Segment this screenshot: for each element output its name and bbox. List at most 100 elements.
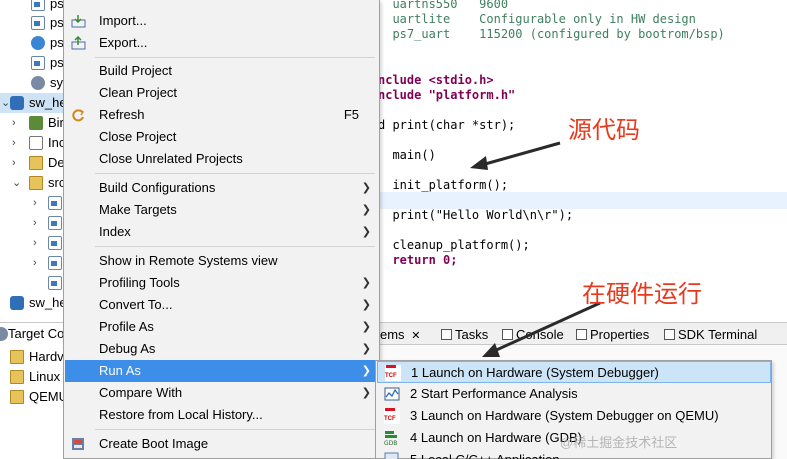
chevron-down-icon[interactable]: ⌄	[12, 173, 21, 193]
folder-icon	[29, 156, 43, 170]
tree-item-label: ps	[50, 15, 64, 30]
submenu-arrow-icon: ❯	[361, 182, 371, 194]
annotation-source-code: 源代码	[568, 116, 640, 144]
folder-icon	[10, 390, 24, 404]
code-line: main()	[378, 148, 436, 162]
code-line: print("Hello World\n\r");	[378, 208, 574, 222]
menu-item-profiling-tools[interactable]: Profiling Tools ❯	[65, 272, 379, 294]
tab-console[interactable]: Console	[502, 325, 564, 344]
folder-icon	[10, 350, 24, 364]
submenu-arrow-icon: ❯	[361, 277, 371, 289]
svg-text:GDB: GDB	[384, 440, 397, 446]
project-icon	[10, 296, 24, 310]
menu-item-run-as[interactable]: Run As ❯	[65, 360, 379, 382]
submenu-item-label: 3 Launch on Hardware (System Debugger on…	[410, 408, 719, 423]
submenu-item-launch-qemu[interactable]: 3 Launch on Hardware (System Debugger on…	[377, 405, 771, 427]
menu-item-close-project[interactable]: Close Project	[65, 126, 379, 148]
code-line: return 0;	[378, 253, 458, 267]
menu-item-refresh[interactable]: Refresh F5	[65, 104, 379, 126]
gdb-icon: GDB	[384, 431, 397, 446]
folder-icon	[29, 176, 43, 190]
chevron-down-icon[interactable]: ⌄	[1, 93, 10, 113]
menu-item-create-boot-image[interactable]: Create Boot Image	[65, 433, 379, 455]
tab-problems[interactable]: ems ✕	[380, 325, 420, 344]
file-icon	[48, 276, 62, 290]
refresh-icon	[72, 109, 85, 122]
c-app-icon	[384, 452, 399, 459]
submenu-item-label: 1 Launch on Hardware (System Debugger)	[411, 365, 659, 380]
menu-item-profile-as[interactable]: Profile As ❯	[65, 316, 379, 338]
menu-item-convert-to[interactable]: Convert To... ❯	[65, 294, 379, 316]
menu-separator	[95, 246, 375, 247]
code-line: ps7_uart 115200 (configured by bootrom/b…	[378, 27, 725, 41]
menu-item-build-project[interactable]: Build Project	[65, 60, 379, 82]
submenu-arrow-icon: ❯	[361, 204, 371, 216]
performance-icon	[384, 387, 400, 401]
submenu-item-performance-analysis[interactable]: 2 Start Performance Analysis	[377, 383, 771, 405]
bottom-panel-tabbar: ems ✕ Tasks Console Properties SDK Termi…	[378, 322, 787, 345]
chevron-right-icon[interactable]: ›	[12, 133, 16, 153]
tree-item-project-selected[interactable]: ⌄ sw_he	[0, 93, 66, 113]
menu-item-debug-as[interactable]: Debug As ❯	[65, 338, 379, 360]
menu-item-index[interactable]: Index ❯	[65, 221, 379, 243]
includes-icon	[29, 136, 43, 150]
menu-item-label: Close Unrelated Projects	[99, 151, 243, 166]
tab-label: Console	[516, 327, 564, 342]
tab-tasks[interactable]: Tasks	[441, 325, 488, 344]
menu-item-label: Export...	[99, 35, 148, 50]
console-icon	[502, 329, 513, 340]
target-icon	[0, 327, 8, 341]
tab-label: ems	[380, 327, 405, 342]
chevron-right-icon[interactable]: ›	[33, 253, 37, 273]
tab-sdk-terminal[interactable]: SDK Terminal	[664, 325, 757, 344]
submenu-item-label: 5 Local C/C++ Application	[410, 449, 560, 459]
menu-item-label: Clean Project	[99, 85, 178, 100]
code-line: uartlite Configurable only in HW design	[378, 12, 696, 26]
import-icon	[71, 15, 86, 28]
menu-item-label: Build Project	[99, 63, 172, 78]
menu-item-label: Restore from Local History...	[99, 407, 263, 422]
menu-item-make-targets[interactable]: Make Targets ❯	[65, 199, 379, 221]
menu-item-label: Profiling Tools	[99, 275, 180, 290]
menu-item-export[interactable]: Export...	[65, 32, 379, 54]
submenu-arrow-icon: ❯	[361, 387, 371, 399]
menu-item-clean-project[interactable]: Clean Project	[65, 82, 379, 104]
chevron-right-icon[interactable]: ›	[33, 213, 37, 233]
chevron-right-icon[interactable]: ›	[33, 193, 37, 213]
chevron-right-icon[interactable]: ›	[12, 153, 16, 173]
menu-item-build-configurations[interactable]: Build Configurations ❯	[65, 177, 379, 199]
submenu-item-launch-system-debugger[interactable]: 1 Launch on Hardware (System Debugger)	[377, 361, 771, 383]
file-h-icon	[48, 216, 62, 230]
file-c-icon	[31, 0, 45, 11]
menu-item-close-unrelated-projects[interactable]: Close Unrelated Projects	[65, 148, 379, 170]
menu-item-import[interactable]: Import...	[65, 10, 379, 32]
target-item-label: Hardv	[29, 349, 64, 364]
menu-item-compare-with[interactable]: Compare With ❯	[65, 382, 379, 404]
globe-icon	[31, 36, 45, 50]
code-editor[interactable]: uartns550 9600 uartlite Configurable onl…	[378, 0, 787, 320]
submenu-arrow-icon: ❯	[361, 365, 371, 377]
chevron-right-icon[interactable]: ›	[12, 113, 16, 133]
tab-label: Tasks	[455, 327, 489, 342]
menu-item-label: Close Project	[99, 129, 177, 144]
menu-item-label: Make Targets	[99, 202, 177, 217]
project-icon	[10, 96, 24, 110]
menu-item-show-in-remote-systems[interactable]: Show in Remote Systems view	[65, 250, 379, 272]
watermark: @稀土掘金技术社区	[560, 435, 678, 450]
tab-properties[interactable]: Properties	[576, 325, 649, 344]
terminal-icon	[664, 329, 675, 340]
menu-item-label: Refresh	[99, 107, 145, 122]
menu-item-restore-local-history[interactable]: Restore from Local History...	[65, 404, 379, 426]
close-icon[interactable]: ✕	[411, 330, 420, 342]
chevron-right-icon[interactable]: ›	[33, 233, 37, 253]
submenu-arrow-icon: ❯	[361, 226, 371, 238]
properties-icon	[576, 329, 587, 340]
file-icon	[31, 56, 45, 70]
tasks-icon	[441, 329, 452, 340]
context-menu: Import... Export... Build Project Clean …	[63, 0, 380, 459]
folder-icon	[10, 370, 24, 384]
code-line: nclude <stdio.h>	[378, 73, 494, 87]
submenu-arrow-icon: ❯	[361, 343, 371, 355]
code-line: nclude "platform.h"	[378, 88, 516, 102]
menu-item-label: Index	[99, 224, 131, 239]
